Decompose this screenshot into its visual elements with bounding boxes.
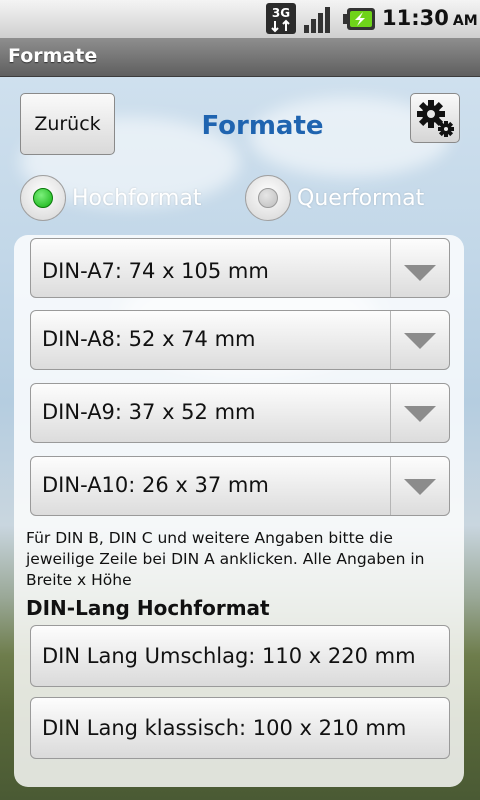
clock-ampm: AM: [452, 13, 478, 29]
din-lang-klassisch-button[interactable]: DIN Lang klassisch: 100 x 210 mm: [30, 697, 450, 759]
clock-time: 11:30: [382, 6, 449, 30]
radio-querformat[interactable]: Querformat: [245, 174, 424, 222]
spinner-divider: [390, 457, 391, 515]
radio-label-querformat: Querformat: [297, 185, 425, 211]
spinner-din-a9[interactable]: DIN-A9: 37 x 52 mm: [30, 383, 450, 443]
radio-label-hochformat: Hochformat: [72, 185, 202, 211]
radio-circle[interactable]: [20, 175, 66, 221]
settings-button[interactable]: [410, 93, 460, 143]
page-title: Formate: [201, 111, 324, 141]
network-3g-icon: 3G: [266, 3, 296, 34]
spinner-divider: [390, 311, 391, 369]
spinner-label: DIN-A8: 52 x 74 mm: [42, 327, 256, 351]
app-title: Formate: [8, 45, 98, 67]
chevron-down-icon: [404, 406, 436, 422]
spinner-label: DIN-A7: 74 x 105 mm: [42, 259, 269, 283]
spinner-din-a7[interactable]: DIN-A7: 74 x 105 mm: [30, 238, 450, 298]
radio-circle[interactable]: [245, 175, 291, 221]
spinner-label: DIN-A10: 26 x 37 mm: [42, 473, 269, 497]
info-text: Für DIN B, DIN C und weitere Angaben bit…: [26, 529, 425, 589]
spinner-din-a8[interactable]: DIN-A8: 52 x 74 mm: [30, 310, 450, 370]
back-button[interactable]: Zurück: [20, 93, 115, 155]
radio-selected-indicator: [33, 188, 53, 208]
signal-icon: [304, 7, 330, 33]
status-bar: 3G 11:30 AM: [0, 0, 480, 38]
din-lang-umschlag-button[interactable]: DIN Lang Umschlag: 110 x 220 mm: [30, 625, 450, 687]
chevron-down-icon: [404, 479, 436, 495]
clock: 11:30 AM: [382, 6, 478, 30]
battery-charging-icon: [343, 8, 375, 30]
network-label: 3G: [272, 6, 290, 20]
radio-unselected-indicator: [258, 188, 278, 208]
spinner-divider: [390, 239, 391, 297]
chevron-down-icon: [404, 333, 436, 349]
section-title-din-lang: DIN-Lang Hochformat: [26, 596, 270, 620]
spinner-din-a10[interactable]: DIN-A10: 26 x 37 mm: [30, 456, 450, 516]
app-title-bar: Formate: [0, 38, 480, 77]
radio-hochformat[interactable]: Hochformat: [20, 174, 201, 222]
chevron-down-icon: [404, 265, 436, 281]
spinner-divider: [390, 384, 391, 442]
spinner-label: DIN-A9: 37 x 52 mm: [42, 400, 256, 424]
gear-icon: [417, 100, 454, 137]
format-panel: DIN-A7: 74 x 105 mm DIN-A8: 52 x 74 mm D…: [14, 235, 464, 787]
